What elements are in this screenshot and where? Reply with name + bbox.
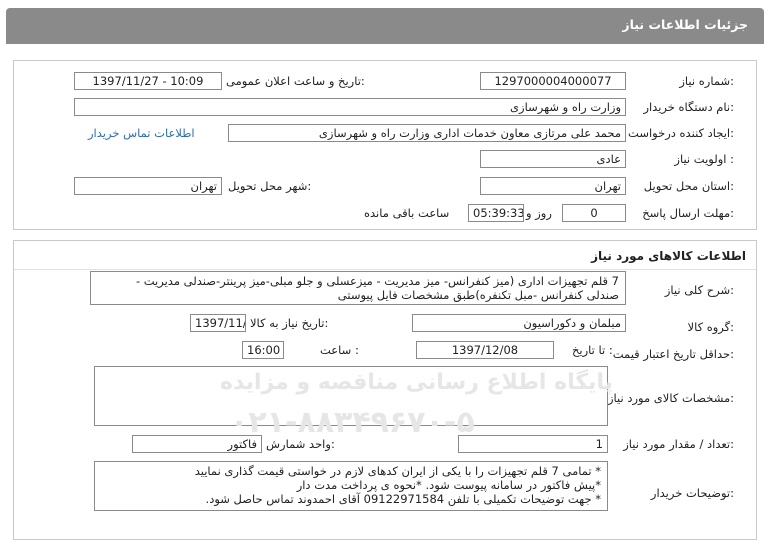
quantity-field[interactable]: 1	[458, 435, 608, 453]
price-validity-date-field[interactable]: 1397/12/08	[416, 341, 554, 359]
unit-field[interactable]: فاکتور	[132, 435, 262, 453]
announce-datetime-field[interactable]: 1397/11/27 - 10:09	[74, 72, 222, 90]
reply-deadline-time-label: ساعت باقی مانده	[364, 206, 450, 220]
buyer-notes-field[interactable]: * تمامی 7 قلم تجهیزات را با یکی از ایران…	[94, 461, 608, 511]
buyer-contact-link[interactable]: اطلاعات تماس خریدار	[88, 126, 195, 140]
page-header: جزئیات اطلاعات نیاز	[6, 8, 764, 44]
general-desc-line-1: 7 قلم تجهیزات اداری (میز کنفرانس- میز مد…	[135, 274, 619, 288]
need-info-panel: شماره نیاز: 1297000004000077 تاریخ و ساع…	[13, 60, 757, 230]
unit-label: واحد شمارش:	[266, 437, 335, 451]
price-validity-label: حداقل تاریخ اعتبار قیمت:	[612, 347, 734, 361]
section-divider	[14, 269, 756, 270]
priority-label: اولویت نیاز :	[674, 152, 734, 166]
buyer-notes-line-3: * جهت توضیحات تکمیلی با تلفن 09122971584…	[205, 492, 601, 506]
specs-field[interactable]	[94, 366, 608, 426]
reply-deadline-days-field[interactable]: 0	[562, 204, 626, 222]
buyer-notes-label: توضیحات خریدار:	[650, 486, 734, 500]
goods-section-title: اطلاعات کالاهای مورد نیاز	[591, 249, 746, 263]
requester-label: ایجاد کننده درخواست:	[628, 126, 734, 140]
specs-label: مشخصات کالای مورد نیاز:	[607, 391, 734, 405]
page-title: جزئیات اطلاعات نیاز	[622, 17, 748, 32]
price-validity-time-label: ساعت :	[320, 343, 359, 357]
buyer-notes-line-1: * تمامی 7 قلم تجهیزات را با یکی از ایران…	[194, 464, 601, 478]
announce-datetime-label: تاریخ و ساعت اعلان عمومی:	[226, 74, 365, 88]
general-desc-line-2: صندلی کنفرانس -مبل تکنفره)طبق مشخصات فای…	[337, 288, 619, 302]
need-date-label: تاریخ نیاز به کالا:	[250, 316, 329, 330]
goods-group-label: گروه کالا:	[687, 320, 734, 334]
quantity-label: تعداد / مقدار مورد نیاز:	[623, 437, 734, 451]
buyer-org-field[interactable]: وزارت راه و شهرسازی	[74, 98, 626, 116]
buyer-org-label: نام دستگاه خریدار:	[643, 100, 734, 114]
reply-deadline-time-field[interactable]: 05:39:33	[468, 204, 524, 222]
requester-field[interactable]: محمد علی مرتازی معاون خدمات اداری وزارت …	[228, 124, 626, 142]
need-date-field[interactable]: 1397/11/30	[190, 314, 246, 332]
general-desc-field[interactable]: 7 قلم تجهیزات اداری (میز کنفرانس- میز مد…	[90, 271, 626, 305]
goods-group-field[interactable]: مبلمان و دکوراسیون	[412, 314, 626, 332]
delivery-province-label: استان محل تحویل:	[643, 179, 734, 193]
delivery-city-field[interactable]: تهران	[74, 177, 222, 195]
goods-info-panel: اطلاعات کالاهای مورد نیاز شرح کلی نیاز: …	[13, 240, 757, 540]
price-validity-until-label: تا تاریخ :	[572, 343, 613, 357]
delivery-city-label: شهر محل تحویل:	[228, 179, 312, 193]
priority-field[interactable]: عادی	[480, 150, 626, 168]
general-desc-label: شرح کلی نیاز:	[664, 283, 734, 297]
reply-deadline-days-label: روز و	[526, 206, 552, 220]
reply-deadline-label: مهلت ارسال پاسخ:	[642, 206, 734, 220]
price-validity-time-field[interactable]: 16:00	[242, 341, 284, 359]
delivery-province-field[interactable]: تهران	[480, 177, 626, 195]
buyer-notes-line-2: *پیش فاکتور در سامانه پیوست شود. *نحوه ی…	[296, 478, 601, 492]
need-number-field[interactable]: 1297000004000077	[480, 72, 626, 90]
need-number-label: شماره نیاز:	[679, 74, 734, 88]
